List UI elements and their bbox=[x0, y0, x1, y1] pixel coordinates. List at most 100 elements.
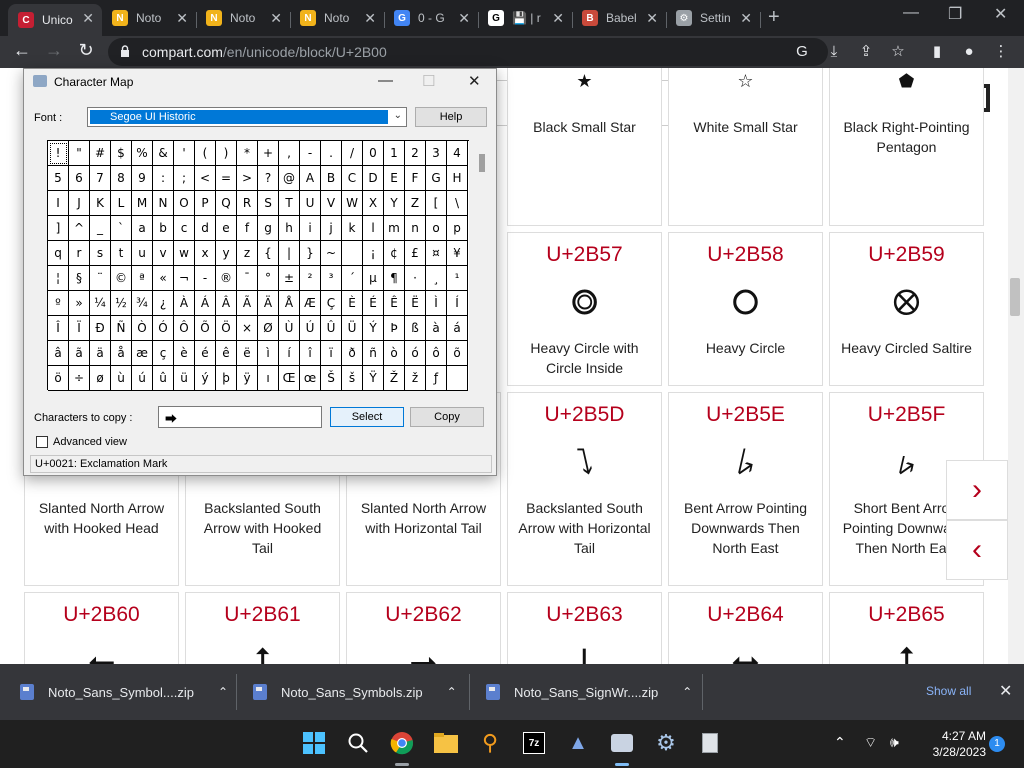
character-cell[interactable]: ! bbox=[48, 141, 69, 166]
character-cell[interactable]: £ bbox=[405, 241, 426, 266]
character-grid-table[interactable]: ! " # $% & '() * +, -./0 1 2 3 4 5 6 7 8 9:; < = >? @ A B C D E F G H… bbox=[47, 140, 469, 391]
character-cell[interactable]: ÷ bbox=[69, 366, 90, 391]
character-cell[interactable]: ' bbox=[174, 141, 195, 166]
character-cell[interactable]: ` bbox=[111, 216, 132, 241]
character-cell[interactable]: · bbox=[405, 266, 426, 291]
character-cell[interactable]: 0 bbox=[363, 141, 384, 166]
close-window-button[interactable]: ✕ bbox=[994, 4, 1007, 24]
character-cell[interactable]: É bbox=[363, 291, 384, 316]
character-cell[interactable]: ð bbox=[342, 341, 363, 366]
new-tab-button[interactable]: + bbox=[768, 6, 780, 29]
notepad-icon[interactable] bbox=[697, 730, 723, 756]
character-cell[interactable]: r bbox=[69, 241, 90, 266]
character-cell[interactable]: c bbox=[174, 216, 195, 241]
character-cell[interactable]: Ý bbox=[363, 316, 384, 341]
character-cell[interactable]: $ bbox=[111, 141, 132, 166]
character-cell[interactable]: á bbox=[447, 316, 468, 341]
character-cell[interactable]: 2 bbox=[405, 141, 426, 166]
character-cell[interactable]: * bbox=[237, 141, 258, 166]
character-cell[interactable]: Æ bbox=[300, 291, 321, 316]
network-icon[interactable]: ⌔ bbox=[864, 734, 877, 752]
character-cell[interactable]: w bbox=[174, 241, 195, 266]
character-cell[interactable]: Ï bbox=[69, 316, 90, 341]
character-cell[interactable]: Ž bbox=[384, 366, 405, 391]
character-cell[interactable]: f bbox=[237, 216, 258, 241]
character-card[interactable]: U+2B57 ⭗ Heavy Circle with Circle Inside bbox=[507, 232, 662, 386]
character-cell[interactable]: ô bbox=[426, 341, 447, 366]
character-cell[interactable]: ý bbox=[195, 366, 216, 391]
character-card[interactable]: ⬟ Black Right-Pointing Pentagon bbox=[829, 68, 984, 226]
character-cell[interactable]: þ bbox=[216, 366, 237, 391]
download-item[interactable]: Noto_Sans_Symbols.zip ⌃ bbox=[253, 664, 457, 720]
character-map-taskbar-icon[interactable] bbox=[609, 730, 635, 756]
character-cell[interactable]: . bbox=[321, 141, 342, 166]
character-cell[interactable]: ~ bbox=[321, 241, 342, 266]
character-card[interactable]: U+2B5D ⭝ Backslanted South Arrow with Hori… bbox=[507, 392, 662, 586]
character-cell[interactable]: À bbox=[174, 291, 195, 316]
character-cell[interactable]: h bbox=[279, 216, 300, 241]
character-cell[interactable]: ¶ bbox=[384, 266, 405, 291]
google-lens-icon[interactable]: G bbox=[793, 43, 811, 61]
character-card[interactable]: U+2B61 ⭡ bbox=[185, 592, 340, 664]
show-all-link[interactable]: Show all bbox=[926, 684, 971, 698]
character-cell[interactable]: ž bbox=[405, 366, 426, 391]
character-cell[interactable]: Ç bbox=[321, 291, 342, 316]
character-cell[interactable]: ¤ bbox=[426, 241, 447, 266]
character-cell[interactable]: ò bbox=[384, 341, 405, 366]
character-cell[interactable]: Ä bbox=[258, 291, 279, 316]
checkbox-box[interactable] bbox=[36, 436, 48, 448]
character-cell[interactable] bbox=[342, 241, 363, 266]
character-cell[interactable]: M bbox=[132, 191, 153, 216]
chevron-up-icon[interactable]: ⌃ bbox=[218, 685, 228, 699]
restore-button[interactable]: ❐ bbox=[948, 4, 962, 24]
character-cell[interactable]: - bbox=[300, 141, 321, 166]
character-cell[interactable]: B bbox=[321, 166, 342, 191]
character-cell[interactable]: Ø bbox=[258, 316, 279, 341]
character-cell[interactable]: < bbox=[195, 166, 216, 191]
close-tab-icon[interactable]: ✕ bbox=[176, 10, 188, 27]
character-cell[interactable]: a bbox=[132, 216, 153, 241]
character-cell[interactable]: Õ bbox=[195, 316, 216, 341]
character-cell[interactable]: ) bbox=[216, 141, 237, 166]
character-cell[interactable]: v bbox=[153, 241, 174, 266]
character-cell[interactable]: Ú bbox=[300, 316, 321, 341]
tray-overflow-icon[interactable]: ⌃ bbox=[834, 734, 846, 751]
character-cell[interactable]: n bbox=[405, 216, 426, 241]
character-cell[interactable]: Ò bbox=[132, 316, 153, 341]
close-tab-icon[interactable]: ✕ bbox=[740, 10, 752, 27]
character-cell[interactable]: è bbox=[174, 341, 195, 366]
character-cell[interactable]: Ü bbox=[342, 316, 363, 341]
character-cell[interactable]: ^ bbox=[69, 216, 90, 241]
settings-icon[interactable]: ⚙ bbox=[653, 730, 679, 756]
download-item[interactable]: Noto_Sans_SignWr....zip ⌃ bbox=[486, 664, 692, 720]
character-cell[interactable]: _ bbox=[90, 216, 111, 241]
character-cell[interactable]: E bbox=[384, 166, 405, 191]
close-tab-icon[interactable]: ✕ bbox=[364, 10, 376, 27]
character-cell[interactable]: ¥ bbox=[447, 241, 468, 266]
character-cell[interactable]: ¿ bbox=[153, 291, 174, 316]
character-cell[interactable]: ¹ bbox=[447, 266, 468, 291]
character-cell[interactable]: ÿ bbox=[237, 366, 258, 391]
character-cell[interactable]: } bbox=[300, 241, 321, 266]
character-cell[interactable]: © bbox=[111, 266, 132, 291]
character-cell[interactable]: X bbox=[363, 191, 384, 216]
character-cell[interactable]: ; bbox=[174, 166, 195, 191]
character-cell[interactable]: ² bbox=[300, 266, 321, 291]
character-card[interactable]: U+2B63 ⭣ bbox=[507, 592, 662, 664]
browser-tab[interactable]: C Unico ✕ bbox=[8, 4, 102, 36]
select-button[interactable]: Select bbox=[330, 407, 404, 427]
character-cell[interactable]: Ÿ bbox=[363, 366, 384, 391]
character-cell[interactable]: k bbox=[342, 216, 363, 241]
character-cell[interactable]: & bbox=[153, 141, 174, 166]
character-cell[interactable]: g bbox=[258, 216, 279, 241]
font-select[interactable]: Segoe UI Historic ⌄ bbox=[87, 107, 407, 127]
character-cell[interactable]: ® bbox=[216, 266, 237, 291]
browser-tab[interactable]: B Babel ✕ bbox=[572, 4, 667, 32]
character-cell[interactable]: + bbox=[258, 141, 279, 166]
next-arrow-button[interactable]: › bbox=[946, 460, 1008, 520]
character-cell[interactable]: z bbox=[237, 241, 258, 266]
character-cell[interactable]: m bbox=[384, 216, 405, 241]
character-cell[interactable]: W bbox=[342, 191, 363, 216]
close-tab-icon[interactable]: ✕ bbox=[458, 10, 470, 27]
character-cell[interactable]: C bbox=[342, 166, 363, 191]
